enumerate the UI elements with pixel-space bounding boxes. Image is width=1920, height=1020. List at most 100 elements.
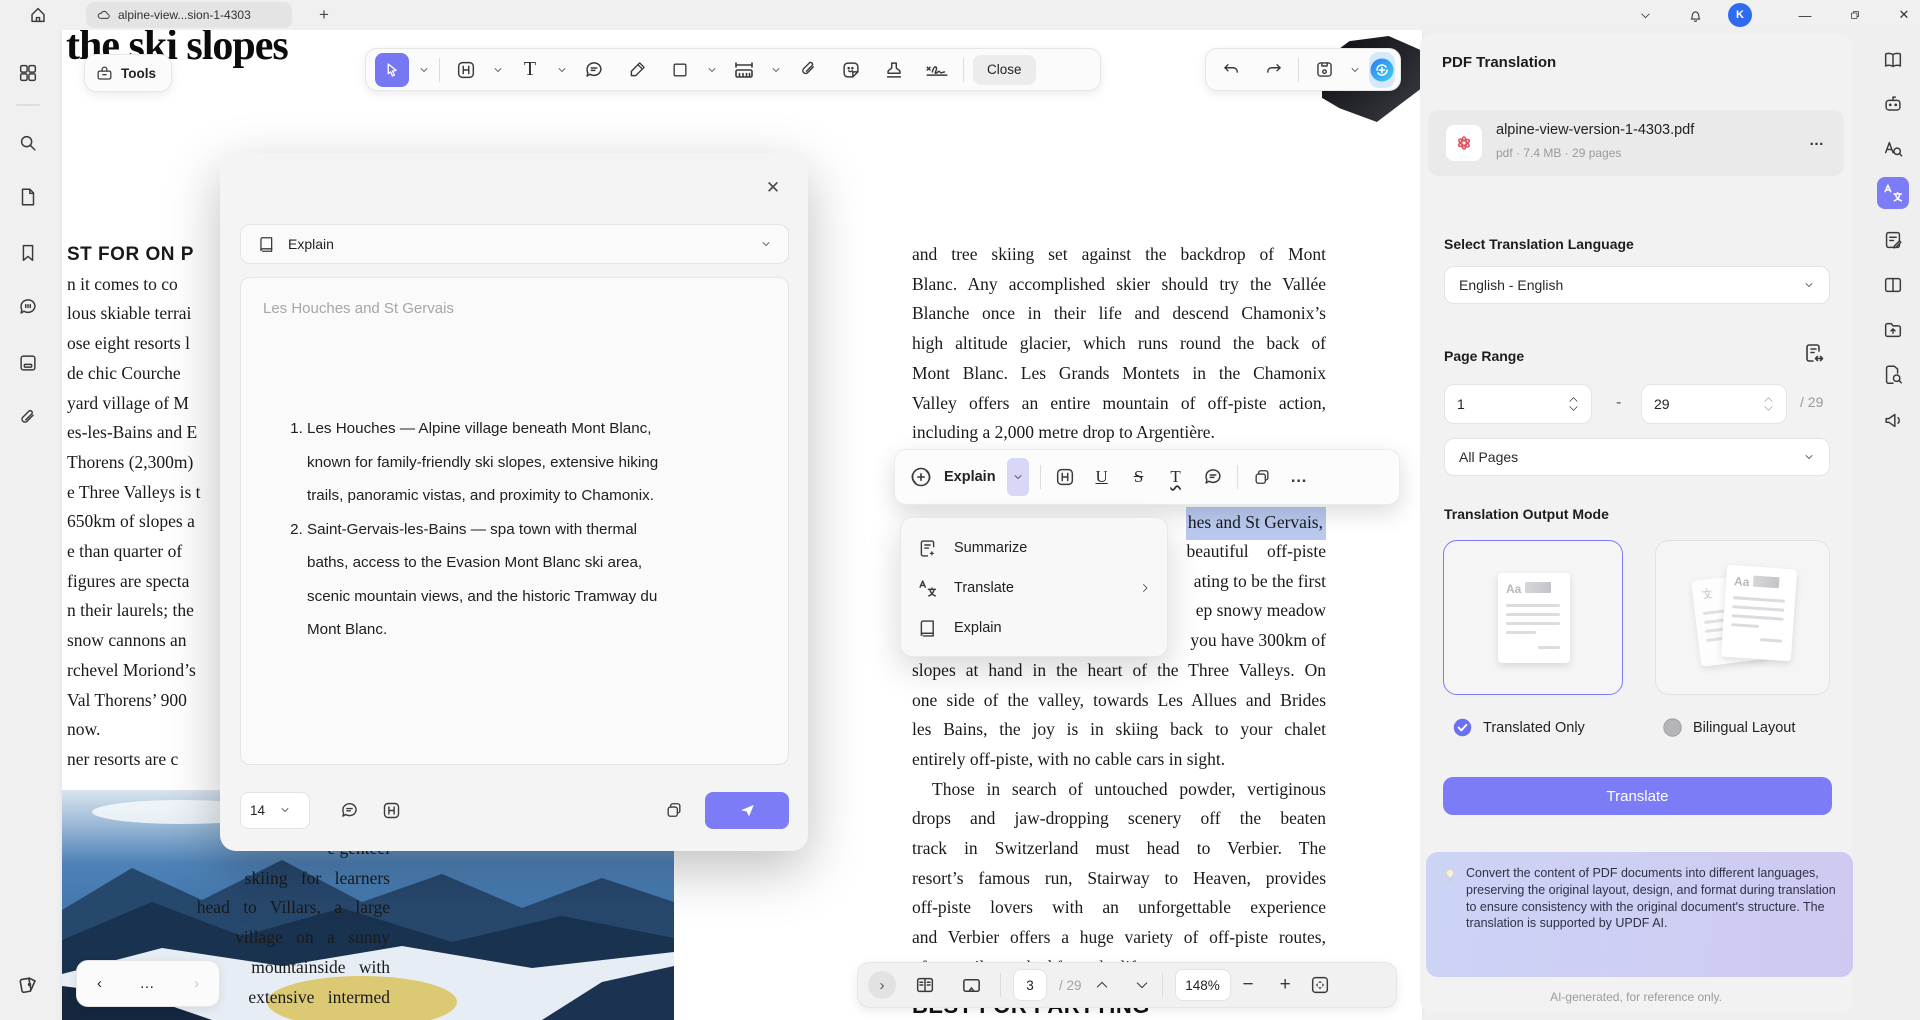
- underline-icon[interactable]: U: [1089, 464, 1115, 490]
- page-range-transfer-icon[interactable]: [1802, 342, 1826, 366]
- measure-tool-button[interactable]: [727, 53, 761, 87]
- menu-item-summarize[interactable]: Summarize: [901, 528, 1167, 568]
- tools-button[interactable]: Tools: [84, 54, 172, 92]
- pdf-translation-icon[interactable]: [1877, 177, 1909, 209]
- attach-tool-button[interactable]: [791, 53, 825, 87]
- document-search-icon[interactable]: [1877, 359, 1909, 391]
- pen-tool-button[interactable]: [620, 53, 654, 87]
- attachment-icon[interactable]: [17, 407, 39, 429]
- zoom-out-icon[interactable]: −: [1243, 974, 1254, 996]
- modal-close-icon[interactable]: ✕: [760, 175, 786, 201]
- language-dropdown[interactable]: English - English: [1444, 266, 1830, 304]
- home-icon[interactable]: [27, 4, 49, 26]
- form-fill-icon[interactable]: [1877, 224, 1909, 256]
- comment-tool-button[interactable]: [577, 53, 611, 87]
- font-size-dropdown[interactable]: 14: [240, 792, 310, 829]
- window-restore-button[interactable]: [1843, 3, 1867, 27]
- page-to-stepper[interactable]: [1763, 396, 1774, 412]
- radio-translated-only[interactable]: Translated Only: [1452, 717, 1585, 738]
- window-close-button[interactable]: ✕: [1892, 3, 1916, 27]
- ai-assistant-button[interactable]: [1369, 52, 1395, 88]
- bell-icon[interactable]: [1683, 3, 1707, 27]
- new-tab-button[interactable]: +: [312, 3, 336, 27]
- previous-page-icon[interactable]: [1094, 977, 1110, 993]
- sticker-tool-button[interactable]: [834, 53, 868, 87]
- ai-response-area[interactable]: Les Houches and St Gervais Les Houches —…: [240, 277, 789, 765]
- zoom-level-input[interactable]: 148%: [1175, 969, 1231, 1001]
- highlight-format-icon[interactable]: [1052, 464, 1078, 490]
- add-comment-icon[interactable]: [332, 793, 366, 827]
- fit-screen-icon[interactable]: [1303, 968, 1337, 1002]
- pager-more-icon[interactable]: …: [140, 975, 157, 992]
- history-toolbar: [1205, 48, 1401, 91]
- bookmark-icon[interactable]: [17, 242, 39, 264]
- pager-next-icon[interactable]: ›: [194, 975, 199, 992]
- send-button[interactable]: [705, 792, 789, 829]
- ai-chat-bot-icon[interactable]: [1877, 88, 1909, 120]
- stamp-tool-button[interactable]: [877, 53, 911, 87]
- menu-item-explain[interactable]: Explain: [901, 608, 1167, 648]
- theme-palette-icon[interactable]: [17, 972, 39, 994]
- ai-answer-list: Les Houches — Alpine village beneath Mon…: [241, 412, 788, 647]
- pager-prev-icon[interactable]: ‹: [97, 975, 102, 992]
- measure-tool-chevron-icon[interactable]: [770, 64, 782, 76]
- expand-bar-icon[interactable]: ›: [868, 971, 896, 999]
- copy-icon[interactable]: [657, 793, 691, 827]
- radio-bilingual-layout[interactable]: Bilingual Layout: [1662, 717, 1795, 738]
- export-folder-icon[interactable]: [1877, 314, 1909, 346]
- page-from-stepper[interactable]: [1568, 396, 1579, 412]
- search-icon[interactable]: [17, 132, 39, 154]
- file-more-icon[interactable]: …: [1809, 132, 1826, 149]
- text-tool-chevron-icon[interactable]: [556, 64, 568, 76]
- signature-tool-button[interactable]: [920, 53, 954, 87]
- selection-ai-action-label[interactable]: Explain: [944, 469, 996, 485]
- comments-icon[interactable]: [17, 296, 39, 318]
- comment-icon[interactable]: [1200, 464, 1226, 490]
- add-highlight-icon[interactable]: [374, 793, 408, 827]
- window-minimize-button[interactable]: —: [1793, 3, 1817, 27]
- copy-icon[interactable]: [1249, 464, 1275, 490]
- page-to-input[interactable]: 29: [1641, 384, 1787, 424]
- shape-tool-chevron-icon[interactable]: [706, 64, 718, 76]
- shape-tool-button[interactable]: [663, 53, 697, 87]
- text-tool-button[interactable]: T: [513, 53, 547, 87]
- close-button[interactable]: Close: [973, 55, 1036, 85]
- file-card[interactable]: alpine-view-version-1-4303.pdf pdf · 7.4…: [1428, 110, 1844, 176]
- highlight-tool-button[interactable]: [449, 53, 483, 87]
- redo-icon[interactable]: [1256, 53, 1290, 87]
- menu-item-translate[interactable]: Translate: [901, 568, 1167, 608]
- page-from-input[interactable]: 1: [1444, 384, 1592, 424]
- squiggly-underline-icon[interactable]: T: [1163, 464, 1189, 490]
- more-icon[interactable]: …: [1286, 464, 1312, 490]
- strikethrough-icon[interactable]: S: [1126, 464, 1152, 490]
- translate-button[interactable]: Translate: [1443, 777, 1832, 815]
- document-tab[interactable]: alpine-view...sion-1-4303: [86, 2, 292, 28]
- mode-card-translated[interactable]: Aa: [1443, 540, 1623, 695]
- next-page-icon[interactable]: [1134, 977, 1150, 993]
- reader-book-icon[interactable]: [1877, 44, 1909, 76]
- presentation-mode-icon[interactable]: [954, 968, 988, 1002]
- two-page-view-icon[interactable]: [908, 968, 942, 1002]
- page-organize-icon[interactable]: [17, 352, 39, 374]
- chevron-down-icon[interactable]: [1633, 3, 1657, 27]
- avatar[interactable]: K: [1728, 3, 1752, 27]
- app-grid-icon[interactable]: [17, 62, 39, 84]
- highlight-tool-chevron-icon[interactable]: [492, 64, 504, 76]
- ai-mode-dropdown[interactable]: Explain: [240, 224, 789, 264]
- select-tool-chevron-icon[interactable]: [418, 64, 430, 76]
- page-thumbnails-icon[interactable]: [17, 186, 39, 208]
- announcement-icon[interactable]: [1877, 404, 1909, 436]
- undo-icon[interactable]: [1214, 53, 1248, 87]
- zoom-in-icon[interactable]: +: [1280, 974, 1291, 996]
- pages-scope-dropdown[interactable]: All Pages: [1444, 438, 1830, 476]
- mode-card-bilingual[interactable]: Aa: [1655, 540, 1830, 695]
- pdf-text-line: you have 300km of: [1190, 626, 1326, 656]
- selection-ai-chevron[interactable]: [1007, 458, 1029, 496]
- text-recognition-icon[interactable]: [1877, 133, 1909, 165]
- page-number-input[interactable]: 3: [1013, 969, 1047, 1001]
- selection-toolbar: Explain U S T …: [894, 449, 1400, 505]
- select-tool-button[interactable]: [375, 53, 409, 87]
- page-layout-icon[interactable]: [1877, 269, 1909, 301]
- save-chevron-icon[interactable]: [1349, 64, 1361, 76]
- save-icon[interactable]: [1307, 53, 1341, 87]
